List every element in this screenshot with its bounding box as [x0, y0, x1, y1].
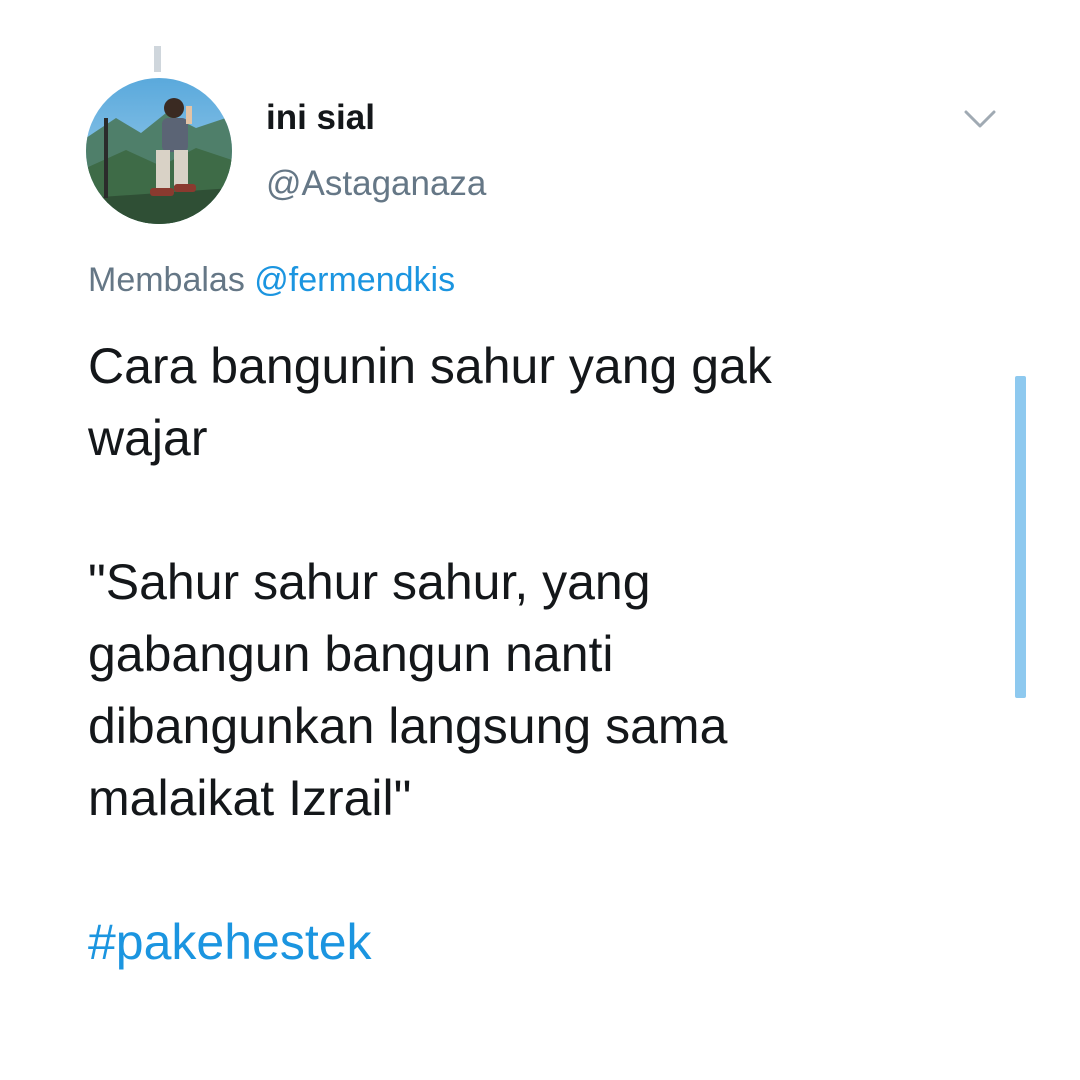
tweet-text-line: Cara bangunin sahur yang gak [88, 338, 772, 394]
avatar[interactable] [86, 78, 232, 224]
scrollbar-thumb[interactable] [1015, 376, 1026, 698]
tweet-text-line: malaikat Izrail" [88, 770, 412, 826]
hashtag-link[interactable]: #pakehestek [88, 914, 372, 970]
chevron-down-icon[interactable] [960, 104, 1000, 134]
reply-context: Membalas @fermendkis [88, 261, 455, 300]
user-handle[interactable]: @Astaganaza [266, 164, 486, 204]
tweet-text-line: gabangun bangun nanti [88, 626, 614, 682]
reply-mention-link[interactable]: @fermendkis [254, 261, 455, 299]
tweet-text-line: "Sahur sahur sahur, yang [88, 554, 651, 610]
avatar-photo [86, 78, 232, 224]
tweet-text: Cara bangunin sahur yang gak wajar "Sahu… [88, 330, 968, 978]
tweet-text-line: dibangunkan langsung sama [88, 698, 728, 754]
tweet-text-line: wajar [88, 410, 208, 466]
thread-connector-line [154, 46, 161, 72]
reply-prefix: Membalas [88, 261, 245, 299]
display-name[interactable]: ini sial [266, 98, 375, 138]
